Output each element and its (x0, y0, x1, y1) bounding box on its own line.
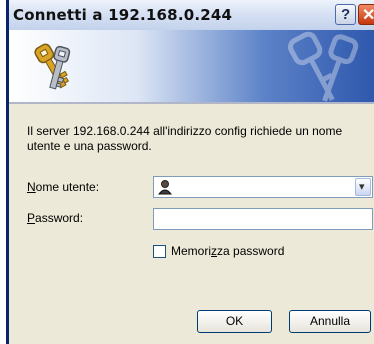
help-button[interactable]: ? (335, 4, 356, 25)
remember-password-label[interactable]: Memorizza password (171, 244, 284, 258)
username-dropdown-button[interactable]: ▾ (355, 178, 371, 196)
user-icon (157, 180, 173, 195)
password-field[interactable] (153, 208, 373, 230)
remember-label-post: za password (217, 244, 285, 258)
ok-button[interactable]: OK (197, 310, 272, 333)
help-icon: ? (341, 6, 351, 23)
password-label: Password: (27, 211, 83, 225)
dialog-body: Il server 192.168.0.244 all'indirizzo co… (9, 104, 374, 344)
dialog-title: Connetti a 192.168.0.244 (13, 6, 233, 24)
remember-password-checkbox[interactable] (153, 245, 166, 258)
remember-label-pre: Memori (171, 244, 212, 258)
password-label-accel: P (27, 211, 36, 225)
username-label-accel: N (27, 180, 36, 194)
cancel-button[interactable]: Annulla (289, 310, 371, 333)
title-bar[interactable]: Connetti a 192.168.0.244 ? ✕ (9, 0, 374, 31)
keys-watermark-icon (287, 31, 359, 102)
username-field[interactable]: ▾ (153, 176, 373, 198)
auth-message: Il server 192.168.0.244 all'indirizzo co… (27, 124, 343, 153)
password-label-text: assword: (35, 211, 84, 225)
chevron-down-icon: ▾ (359, 181, 365, 193)
close-icon: ✕ (362, 7, 374, 24)
username-label-text: ome utente: (35, 180, 100, 194)
header-banner (9, 30, 374, 102)
keys-icon (34, 43, 71, 90)
username-label: Nome utente: (27, 180, 99, 194)
close-button[interactable]: ✕ (358, 4, 374, 25)
login-dialog: Connetti a 192.168.0.244 ? ✕ Il server 1… (6, 0, 374, 344)
